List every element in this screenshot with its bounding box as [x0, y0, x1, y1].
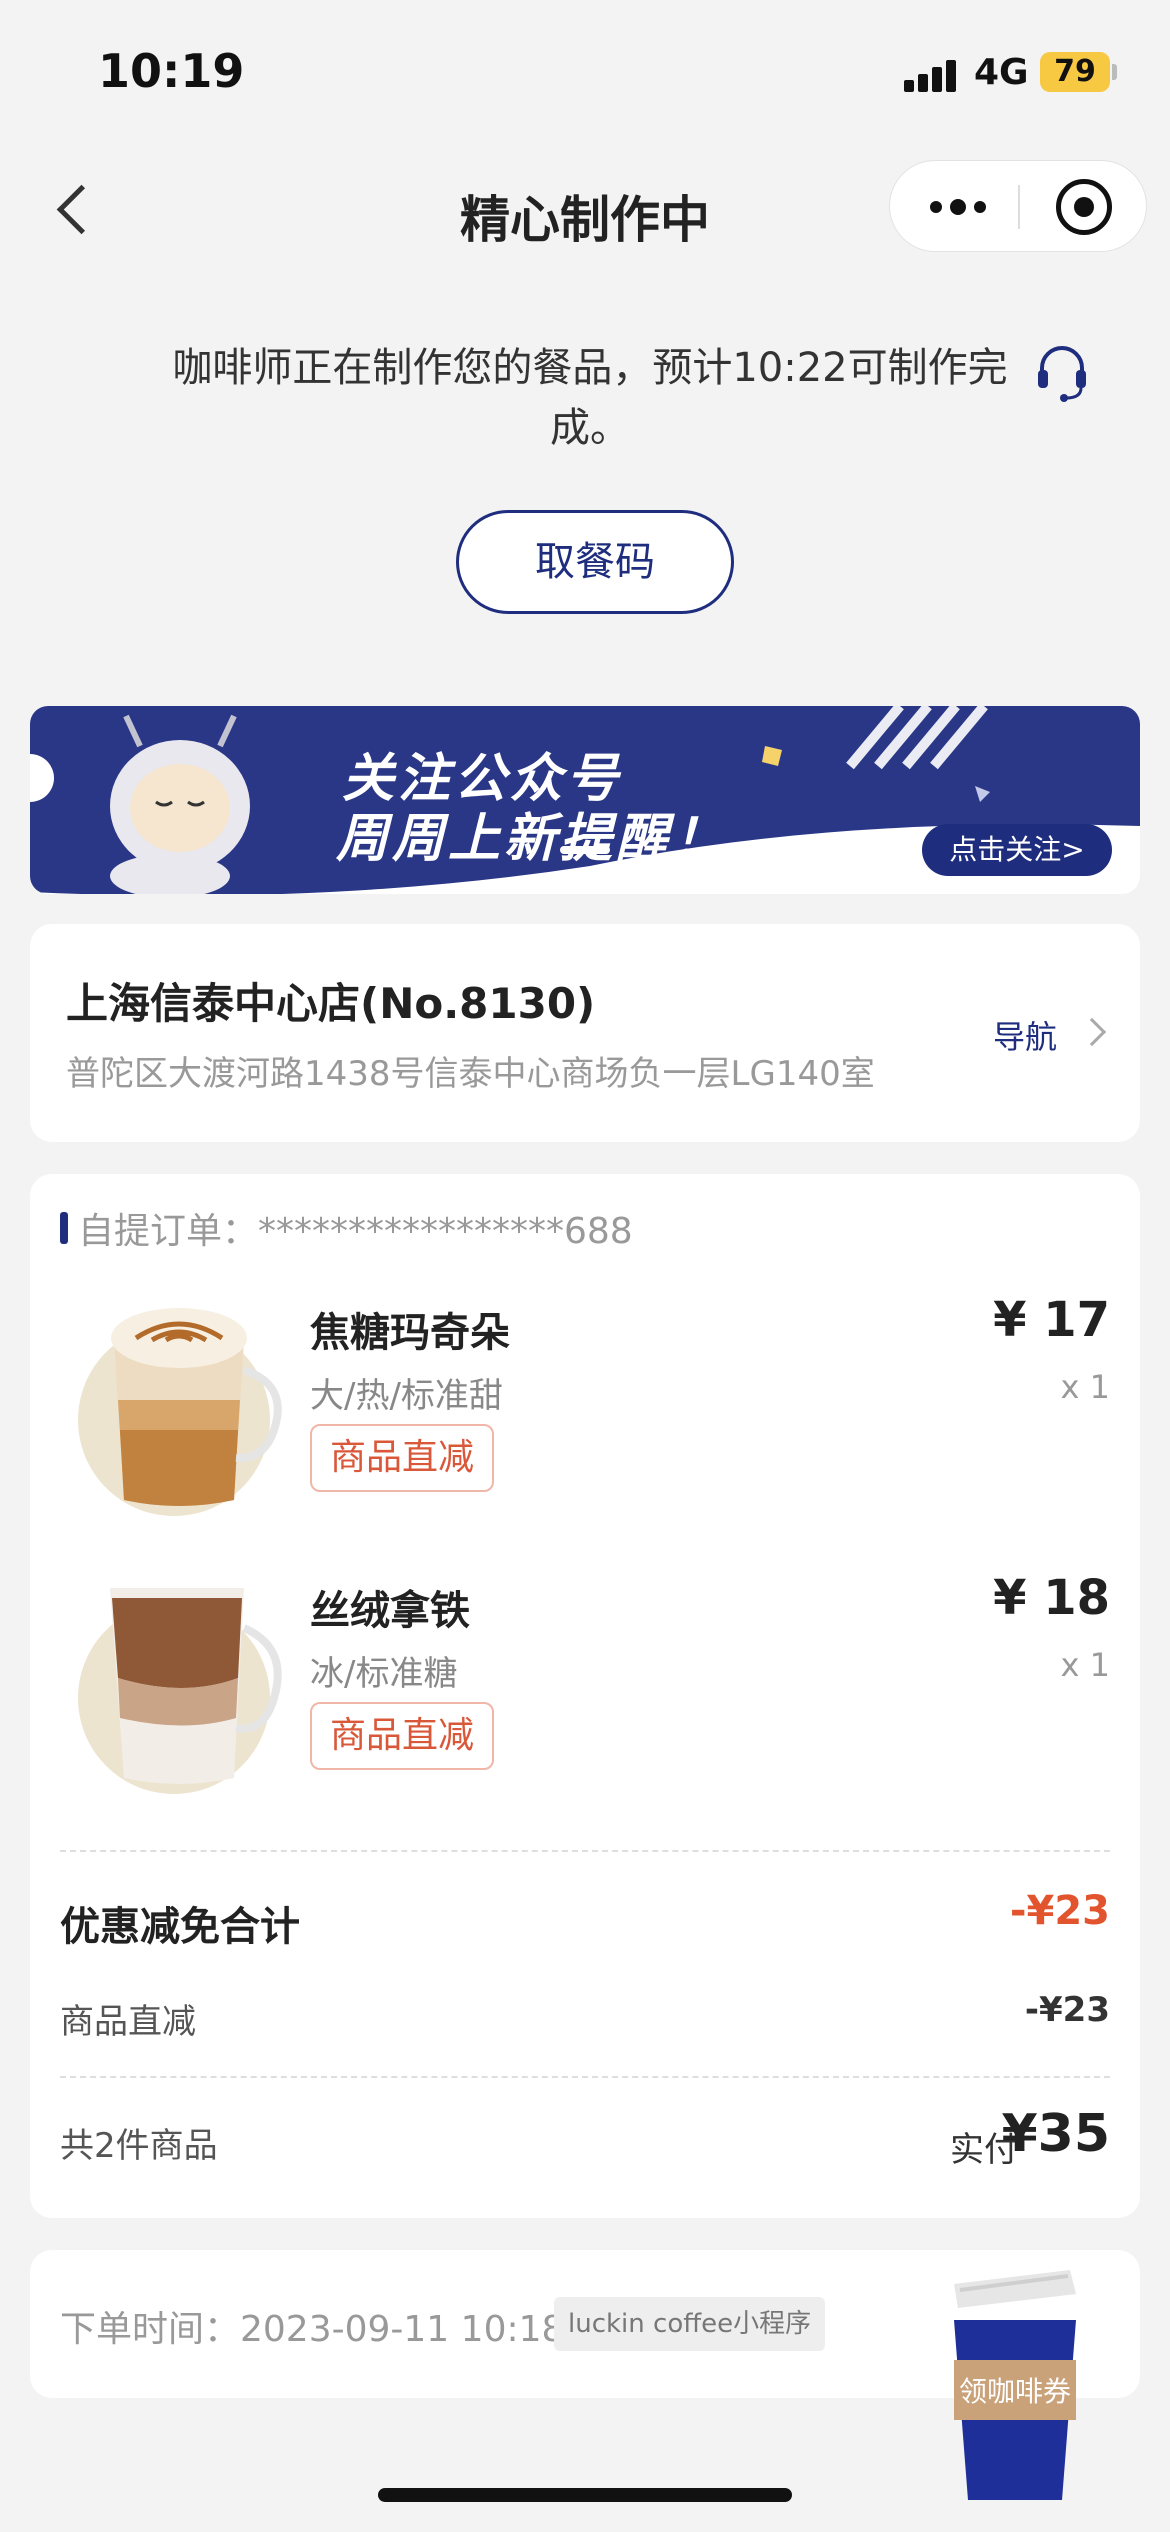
coffee-coupon-label[interactable]: 领咖啡券	[950, 2370, 1080, 2410]
store-card[interactable]: 上海信泰中心店(No.8130) 普陀区大渡河路1438号信泰中心商场负一层LG…	[30, 924, 1140, 1142]
velvet-latte-image	[78, 1588, 282, 1794]
divider	[60, 2076, 1110, 2078]
battery-tip	[1112, 64, 1117, 80]
order-card: 自提订单：*****************688 焦糖玛奇朵 大/热/标准甜 …	[30, 1174, 1140, 2218]
discount-row-label: 商品直减	[60, 2002, 196, 2042]
item-quantity: x 1	[1060, 1646, 1110, 1684]
follow-button[interactable]: 点击关注>	[922, 824, 1112, 876]
pickup-code-button[interactable]: 取餐码	[456, 510, 734, 614]
banner-subheadline: 周周上新提醒！	[336, 809, 729, 869]
discount-total-value: -¥23	[1009, 1888, 1110, 1934]
store-address: 普陀区大渡河路1438号信泰中心商场负一层LG140室	[66, 1054, 875, 1094]
item-spec: 大/热/标准甜	[310, 1376, 503, 1416]
order-item: 焦糖玛奇朵 大/热/标准甜 商品直减 ¥ 17 x 1	[30, 1274, 1140, 1534]
order-item: 丝绒拿铁 冰/标准糖 商品直减 ¥ 18 x 1	[30, 1552, 1140, 1812]
discount-tag: 商品直减	[310, 1702, 495, 1770]
caramel-macchiato-image	[78, 1308, 282, 1516]
navigation-link[interactable]: 导航	[993, 1012, 1057, 1058]
item-price: ¥ 17	[993, 1292, 1110, 1348]
discount-row-value: -¥23	[1024, 1990, 1110, 2030]
divider	[60, 1850, 1110, 1852]
network-type: 4G	[974, 52, 1029, 93]
chevron-right-icon[interactable]	[1077, 1017, 1107, 1047]
store-name: 上海信泰中心店(No.8130)	[66, 979, 596, 1028]
discount-total-label: 优惠减免合计	[60, 1904, 300, 1950]
discount-tag: 商品直减	[310, 1424, 495, 1492]
home-indicator[interactable]	[378, 2488, 792, 2502]
mini-program-capsule	[889, 160, 1147, 252]
signal-icon	[904, 58, 958, 92]
follow-account-banner[interactable]: 关注公众号 周周上新提醒！ 点击关注>	[30, 706, 1140, 894]
source-tag: luckin coffee小程序	[554, 2297, 826, 2351]
item-quantity: x 1	[1060, 1368, 1110, 1406]
production-status-message: 咖啡师正在制作您的餐品，预计10:22可制作完成。	[172, 345, 1008, 451]
section-accent-bar	[60, 1212, 68, 1244]
order-time: 下单时间：2023-09-11 10:18	[60, 2309, 565, 2350]
item-spec: 冰/标准糖	[310, 1654, 458, 1694]
status-bar: 10:19 4G 79	[0, 0, 1170, 140]
paid-amount: ¥35	[1001, 2104, 1110, 2164]
status-time: 10:19	[98, 44, 245, 98]
capsule-divider	[1018, 185, 1020, 229]
item-count: 共2件商品	[60, 2126, 218, 2166]
item-price: ¥ 18	[993, 1570, 1110, 1626]
order-number: 自提订单：*****************688	[78, 1211, 633, 1252]
more-icon[interactable]	[926, 189, 996, 225]
item-name: 丝绒拿铁	[310, 1588, 470, 1634]
close-target-icon[interactable]	[1056, 179, 1112, 235]
battery-icon: 79	[1040, 52, 1110, 92]
headset-icon[interactable]	[1034, 340, 1090, 404]
item-name: 焦糖玛奇朵	[310, 1310, 510, 1356]
